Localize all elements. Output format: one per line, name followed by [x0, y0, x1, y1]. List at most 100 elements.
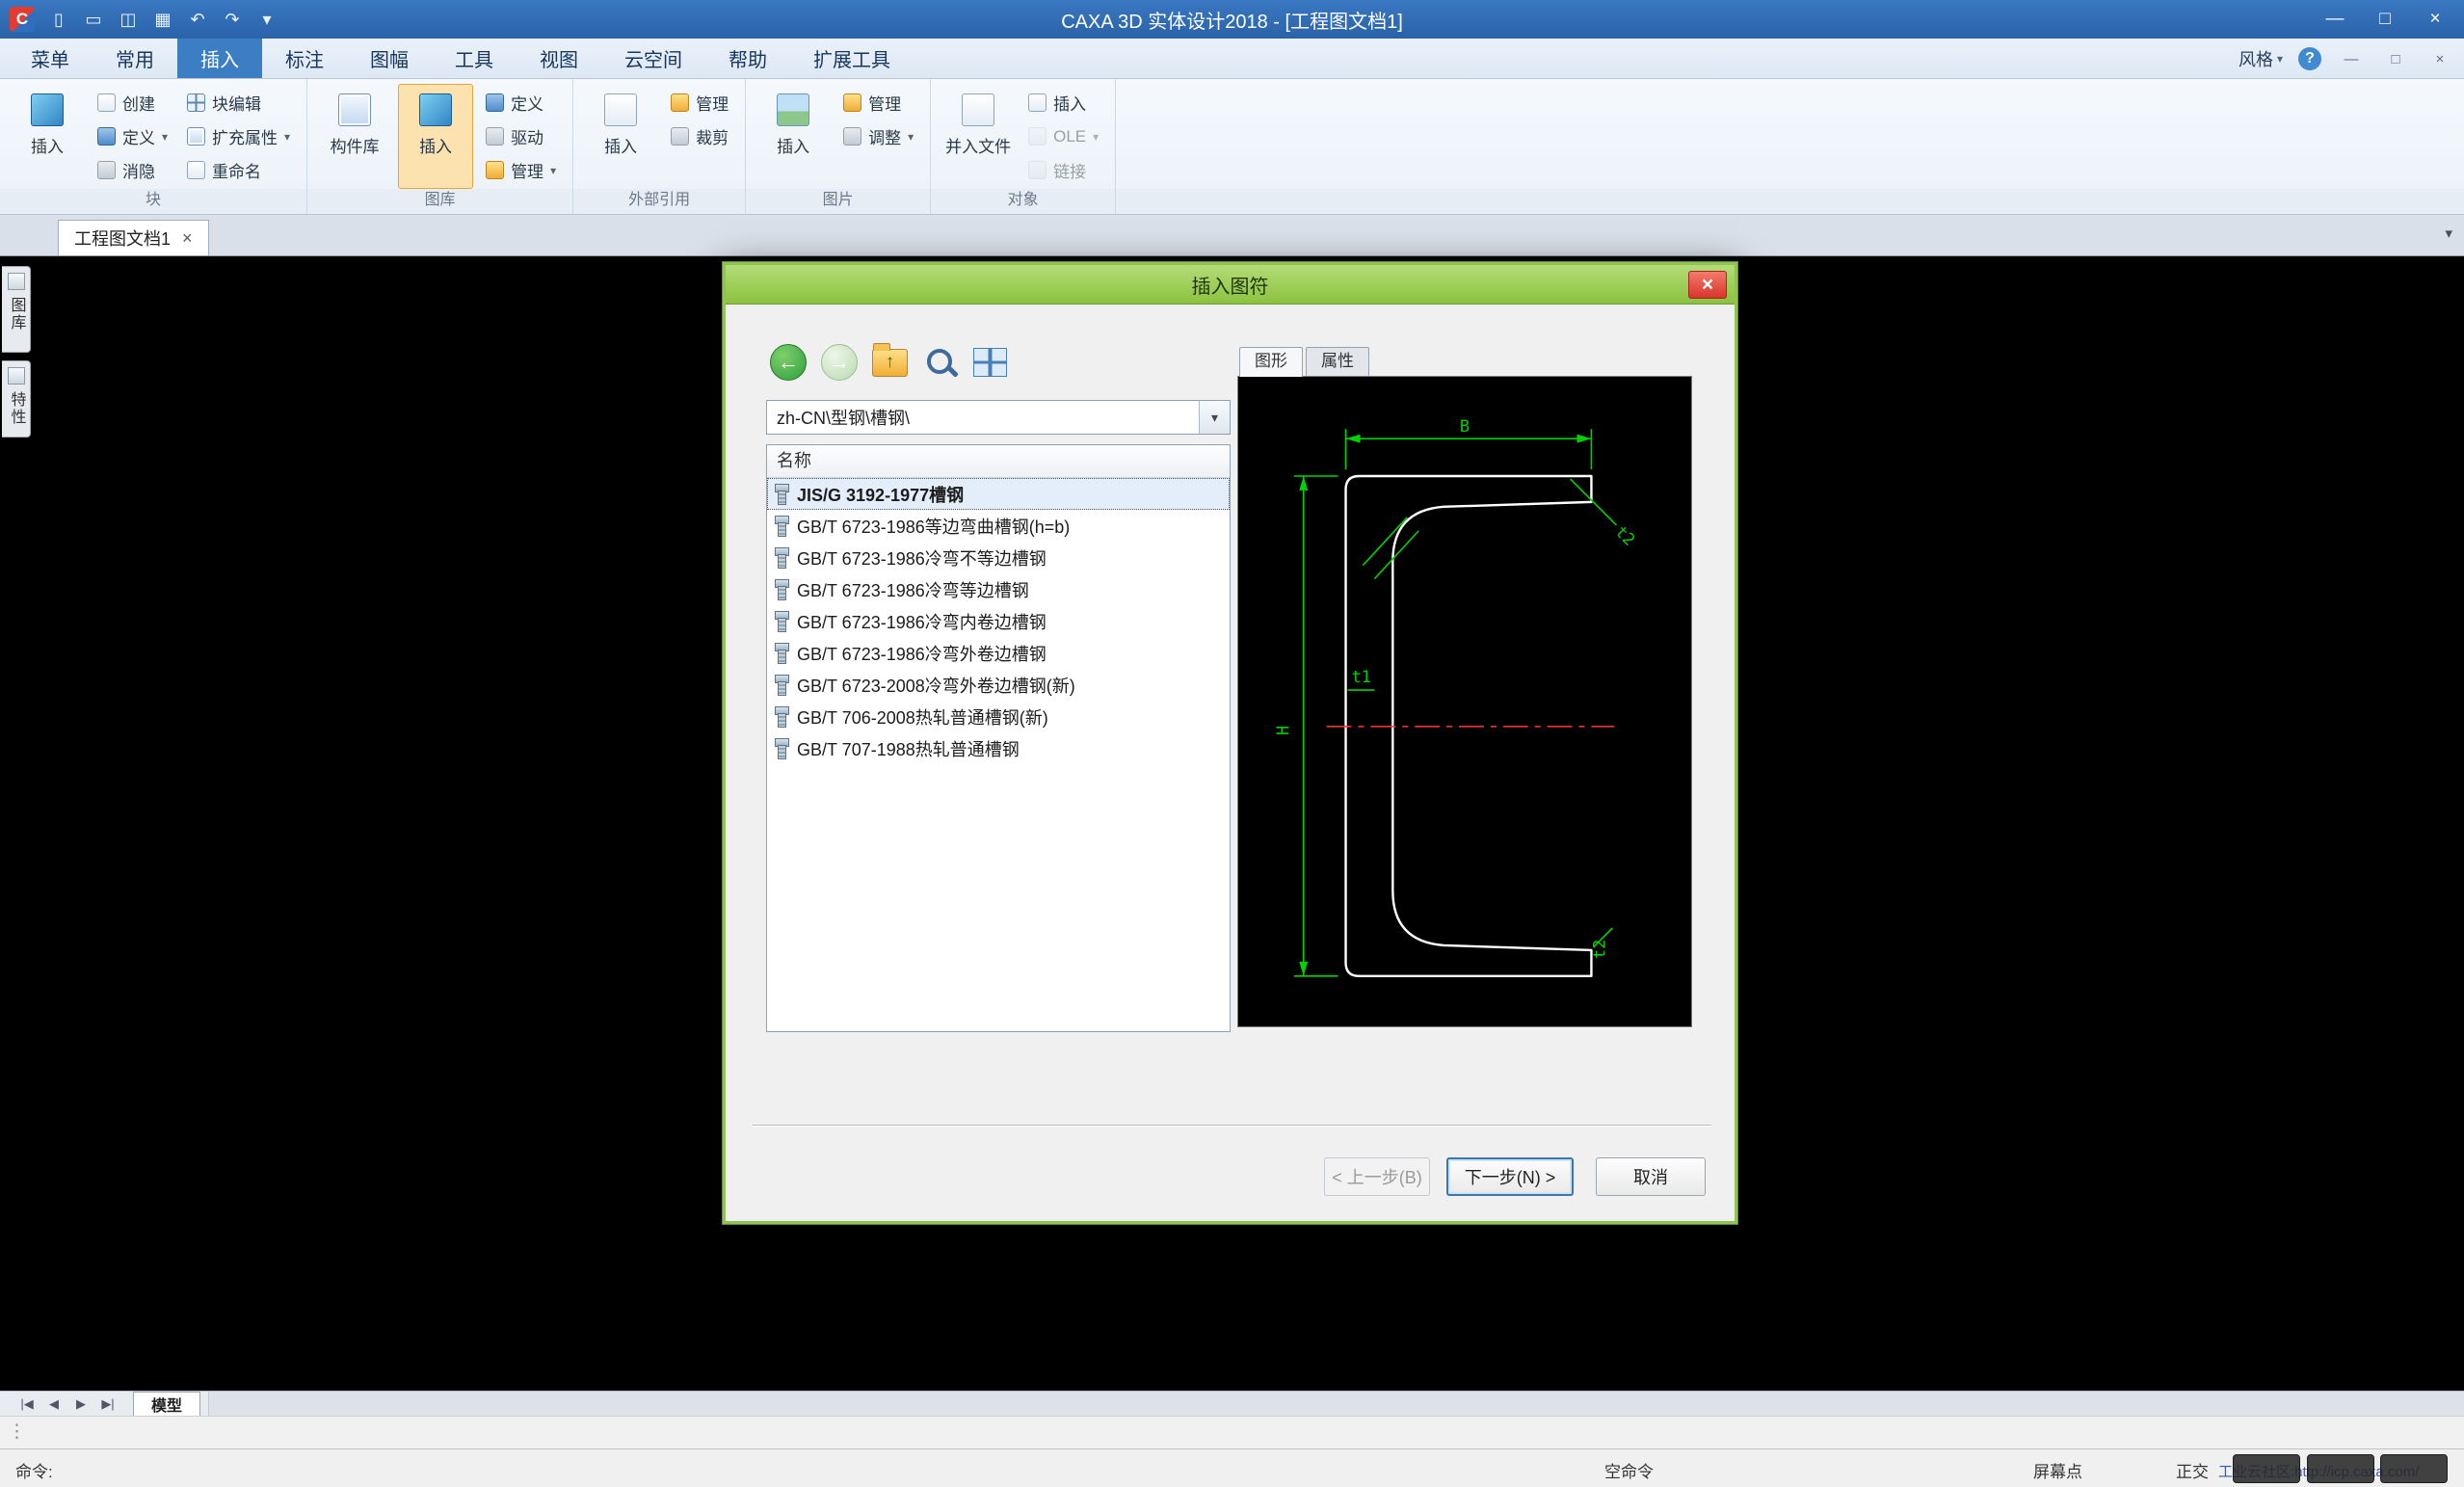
tab-sheet[interactable]: 图幅: [347, 39, 432, 78]
sheet-tab-model[interactable]: 模型: [133, 1392, 200, 1416]
ribbon-minimize-button[interactable]: —: [2337, 47, 2366, 70]
block-hide-button[interactable]: 消隐: [91, 153, 174, 187]
back-button[interactable]: ←: [770, 344, 807, 381]
close-button[interactable]: ×: [2412, 4, 2458, 35]
object-insert-button[interactable]: 插入: [1021, 86, 1105, 119]
prev-sheet-button[interactable]: ◀: [40, 1396, 67, 1412]
document-tab[interactable]: 工程图文档1 ×: [58, 220, 209, 255]
image-adjust-button[interactable]: 调整 ▾: [836, 119, 920, 153]
list-item[interactable]: GB/T 706-2008热轧普通槽钢(新): [767, 701, 1230, 732]
library-manage-button[interactable]: 管理 ▾: [479, 153, 563, 187]
library-drive-button[interactable]: 驱动: [479, 119, 563, 153]
image-manage-button[interactable]: 管理: [836, 86, 920, 119]
list-item[interactable]: GB/T 6723-1986冷弯内卷边槽钢: [767, 605, 1230, 637]
path-input[interactable]: [767, 401, 1199, 434]
tab-properties[interactable]: 属性: [1306, 347, 1369, 376]
xref-manage-button[interactable]: 管理: [664, 86, 735, 119]
ortho-toggle[interactable]: 正交: [2176, 1458, 2209, 1482]
doc-restore-button[interactable]: □: [2381, 47, 2410, 70]
list-item[interactable]: GB/T 6723-1986冷弯等边槽钢: [767, 573, 1230, 605]
panel-handle-icon[interactable]: ⋮: [8, 1421, 26, 1443]
menubar: 菜单 常用 插入 标注 图幅 工具 视图 云空间 帮助 扩展工具 风格 ▾ ? …: [0, 39, 2464, 79]
first-sheet-button[interactable]: |◀: [13, 1396, 40, 1412]
extend-attr-button[interactable]: 扩充属性 ▾: [180, 119, 297, 153]
cancel-button[interactable]: 取消: [1596, 1157, 1706, 1196]
overlay-button[interactable]: [2380, 1454, 2448, 1483]
ole-label: OLE: [1053, 127, 1086, 146]
customize-icon[interactable]: ▾: [256, 10, 278, 30]
screen-point-label[interactable]: 屏幕点: [2033, 1458, 2082, 1482]
maximize-button[interactable]: □: [2362, 4, 2408, 35]
next-step-button[interactable]: 下一步(N) >: [1446, 1157, 1574, 1196]
group-label-object: 对象: [931, 189, 1115, 214]
dialog-close-button[interactable]: ×: [1688, 271, 1727, 299]
xref-manage-label: 管理: [696, 91, 729, 115]
list-item[interactable]: GB/T 6723-1986冷弯不等边槽钢: [767, 542, 1230, 573]
overlay-button[interactable]: [2307, 1454, 2374, 1483]
block-define-button[interactable]: 定义 ▾: [91, 119, 174, 153]
ole-button[interactable]: OLE ▾: [1021, 119, 1105, 153]
rename-button[interactable]: 重命名: [180, 153, 297, 187]
ribbon-group-object: 并入文件 插入 OLE ▾ 链接 对象: [931, 79, 1116, 214]
redo-icon[interactable]: ↷: [222, 10, 243, 30]
tab-insert[interactable]: 插入: [177, 39, 262, 78]
link-button[interactable]: 链接: [1021, 153, 1105, 187]
tab-cloud[interactable]: 云空间: [601, 39, 705, 78]
open-file-icon[interactable]: ▭: [83, 10, 104, 30]
statusbar: 命令: 空命令 屏幕点 正交 工业云社区:http://icp.caxa.com…: [0, 1448, 2464, 1487]
tab-tools[interactable]: 工具: [432, 39, 517, 78]
xref-clip-button[interactable]: 裁剪: [664, 119, 735, 153]
tab-graphic[interactable]: 图形: [1239, 347, 1303, 377]
save-icon[interactable]: ◫: [118, 10, 139, 30]
up-folder-button[interactable]: ↑: [872, 349, 908, 377]
block-edit-button[interactable]: 块编辑: [180, 86, 297, 119]
properties-panel-icon: [8, 367, 25, 385]
horizontal-scrollbar[interactable]: [208, 1392, 2464, 1416]
doc-close-button[interactable]: ×: [2425, 47, 2454, 70]
path-dropdown-button[interactable]: ▾: [1199, 401, 1230, 434]
dialog-titlebar[interactable]: 插入图符 ×: [726, 265, 1735, 305]
sidebar-tab-library[interactable]: 图库: [2, 266, 31, 353]
list-item[interactable]: GB/T 6723-1986冷弯外卷边槽钢: [767, 637, 1230, 669]
component-library-button[interactable]: 构件库: [317, 84, 392, 189]
sidebar-tab-properties[interactable]: 特性: [2, 360, 31, 438]
document-tab-close-icon[interactable]: ×: [182, 228, 193, 249]
block-create-button[interactable]: 创建: [91, 86, 174, 119]
list-header-name[interactable]: 名称: [767, 445, 1230, 478]
image-insert-button[interactable]: 插入: [755, 84, 831, 189]
block-insert-button[interactable]: 插入: [10, 84, 85, 189]
tab-menu[interactable]: 菜单: [8, 39, 93, 78]
tab-annotate[interactable]: 标注: [262, 39, 347, 78]
tab-extensions[interactable]: 扩展工具: [790, 39, 914, 78]
dim-label-t2-top: t2: [1612, 521, 1640, 549]
prev-step-button[interactable]: < 上一步(B): [1324, 1157, 1430, 1196]
chevron-down-icon: ▾: [908, 130, 914, 144]
new-file-icon[interactable]: ▯: [48, 10, 69, 30]
library-insert-button[interactable]: 插入: [398, 84, 473, 189]
xref-insert-button[interactable]: 插入: [583, 84, 658, 189]
tab-view[interactable]: 视图: [517, 39, 601, 78]
merge-file-button[interactable]: 并入文件: [941, 84, 1016, 189]
list-item[interactable]: JIS/G 3192-1977槽钢: [767, 478, 1230, 510]
undo-icon[interactable]: ↶: [187, 10, 208, 30]
help-icon[interactable]: ?: [2298, 47, 2321, 70]
library-define-button[interactable]: 定义: [479, 86, 563, 119]
view-grid-button[interactable]: [973, 348, 1007, 377]
next-sheet-button[interactable]: ▶: [67, 1396, 94, 1412]
list-item[interactable]: GB/T 6723-2008冷弯外卷边槽钢(新): [767, 669, 1230, 701]
list-item[interactable]: GB/T 6723-1986等边弯曲槽钢(h=b): [767, 510, 1230, 542]
tab-common[interactable]: 常用: [93, 39, 177, 78]
print-icon[interactable]: ▦: [152, 10, 173, 30]
chevron-down-icon: ▾: [1093, 130, 1099, 144]
overlay-button[interactable]: [2233, 1454, 2300, 1483]
style-button[interactable]: 风格 ▾: [2239, 46, 2283, 71]
forward-button[interactable]: →: [821, 344, 858, 381]
tab-help[interactable]: 帮助: [705, 39, 790, 78]
last-sheet-button[interactable]: ▶|: [94, 1396, 121, 1412]
xref-insert-icon: [604, 93, 637, 126]
search-button[interactable]: [922, 344, 959, 381]
document-tabbar: 工程图文档1 × ▾: [0, 215, 2464, 256]
minimize-button[interactable]: —: [2312, 4, 2358, 35]
tabbar-chevron-icon[interactable]: ▾: [2445, 225, 2452, 242]
list-item[interactable]: GB/T 707-1988热轧普通槽钢: [767, 732, 1230, 764]
